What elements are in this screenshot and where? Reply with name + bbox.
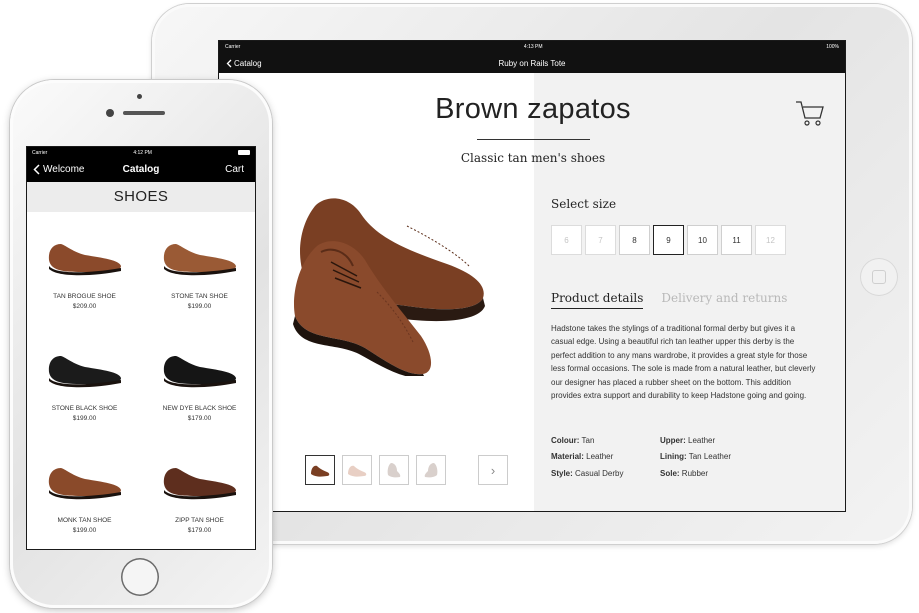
spec-upper: Upper: Leather — [660, 436, 716, 445]
chevron-left-icon — [226, 59, 232, 67]
product-shoe-icon — [163, 468, 236, 500]
iphone-nav-bar: Welcome Catalog Cart — [27, 158, 255, 182]
nav-title: Ruby on Rails Tote — [498, 58, 566, 68]
size-option[interactable]: 7 — [585, 225, 616, 255]
iphone-status-bar: Carrier 4:12 PM — [27, 147, 255, 158]
product-card[interactable]: MONK TAN SHOE $199.00 — [27, 436, 142, 546]
battery-label: 100% — [826, 44, 839, 50]
product-card[interactable]: ZIPP TAN SHOE $179.00 — [142, 436, 255, 546]
speaker — [123, 111, 165, 115]
thumbnail-shoe-icon — [348, 465, 367, 477]
spec-style: Style: Casual Derby — [551, 468, 624, 478]
product-name: STONE TAN SHOE — [171, 293, 228, 300]
iphone-home-button[interactable] — [121, 558, 159, 596]
product-name: MONK TAN SHOE — [57, 517, 112, 524]
product-shoe-icon — [163, 244, 236, 276]
product-name: NEW DYE BLACK SHOE — [162, 405, 237, 412]
spec-colour: Colour: Tan — [551, 436, 595, 445]
product-name: TAN BROGUE SHOE — [53, 293, 116, 300]
product-price: $179.00 — [187, 527, 212, 534]
select-size-label: Select size — [551, 197, 617, 211]
product-main-image — [293, 198, 485, 376]
product-shoe-icon — [48, 244, 121, 276]
thumbnail-shoe-icon — [387, 463, 401, 478]
size-selector: 6 7 8 9 10 11 12 — [551, 225, 786, 255]
section-title: SHOES — [27, 182, 255, 212]
product-description: Hadstone takes the stylings of a traditi… — [551, 324, 816, 401]
back-label: Catalog — [234, 58, 262, 68]
size-option[interactable]: 9 — [653, 225, 684, 255]
product-shoe-icon — [48, 468, 121, 500]
nav-title: Catalog — [122, 164, 160, 175]
size-option[interactable]: 10 — [687, 225, 718, 255]
product-specs: Colour: Tan Upper: Leather Material: Lea… — [551, 433, 811, 482]
tab-product-details[interactable]: Product details — [551, 291, 644, 309]
thumbnail-4[interactable] — [416, 455, 446, 485]
product-shoe-icon — [48, 356, 121, 388]
product-card[interactable]: STONE BLACK SHOE $199.00 — [27, 324, 142, 434]
ipad-screen: Carrier 4:13 PM 100% Catalog Ruby on Rai… — [218, 40, 846, 512]
cart-icon[interactable] — [795, 99, 825, 127]
product-tabs: Product details Delivery and returns — [551, 291, 787, 309]
product-shoe-icon — [163, 356, 236, 388]
product-price: $199.00 — [187, 303, 212, 310]
size-option[interactable]: 11 — [721, 225, 752, 255]
product-card[interactable]: NEW DYE BLACK SHOE $179.00 — [142, 324, 255, 434]
iphone-screen: Carrier 4:12 PM Welcome Catalog Cart SHO… — [26, 146, 256, 550]
back-button[interactable]: Catalog — [226, 59, 262, 68]
product-name: STONE BLACK SHOE — [51, 405, 118, 412]
carrier-label: Carrier — [32, 149, 48, 156]
front-camera — [106, 109, 114, 117]
battery-icon — [238, 150, 250, 155]
size-option[interactable]: 8 — [619, 225, 650, 255]
product-title: Brown zapatos — [435, 93, 631, 125]
cart-button[interactable]: Cart — [225, 164, 244, 175]
thumbnail-3[interactable] — [379, 455, 409, 485]
size-option[interactable]: 6 — [551, 225, 582, 255]
product-price: $209.00 — [72, 303, 97, 310]
product-subtitle: Classic tan men's shoes — [460, 151, 606, 165]
status-time: 4:13 PM — [523, 44, 543, 50]
thumbnail-shoe-icon — [311, 465, 330, 477]
product-price: $199.00 — [72, 415, 97, 422]
spec-sole: Sole: Rubber — [660, 468, 709, 478]
thumbnail-1[interactable] — [305, 455, 335, 485]
spec-lining: Lining: Tan Leather — [660, 452, 731, 462]
ipad-nav-bar: Catalog Ruby on Rails Tote — [219, 53, 845, 73]
ipad-status-bar: Carrier 4:13 PM 100% — [219, 41, 845, 53]
product-card[interactable]: TAN BROGUE SHOE $209.00 — [27, 212, 142, 322]
title-divider — [477, 139, 590, 140]
thumbnail-shoe-icon — [424, 463, 438, 478]
thumbnail-2[interactable] — [342, 455, 372, 485]
status-time: 4:12 PM — [133, 149, 152, 156]
thumbnail-next-button[interactable]: › — [478, 455, 508, 485]
spec-material: Material: Leather — [551, 452, 614, 462]
ipad-home-button[interactable] — [860, 258, 898, 296]
product-name: ZIPP TAN SHOE — [175, 517, 224, 524]
carrier-label: Carrier — [225, 44, 241, 50]
product-price: $179.00 — [187, 415, 212, 422]
camera — [137, 94, 142, 99]
product-card[interactable]: STONE TAN SHOE $199.00 — [142, 212, 255, 322]
tab-delivery-and-returns[interactable]: Delivery and returns — [661, 291, 787, 309]
size-option[interactable]: 12 — [755, 225, 786, 255]
product-price: $199.00 — [72, 527, 97, 534]
